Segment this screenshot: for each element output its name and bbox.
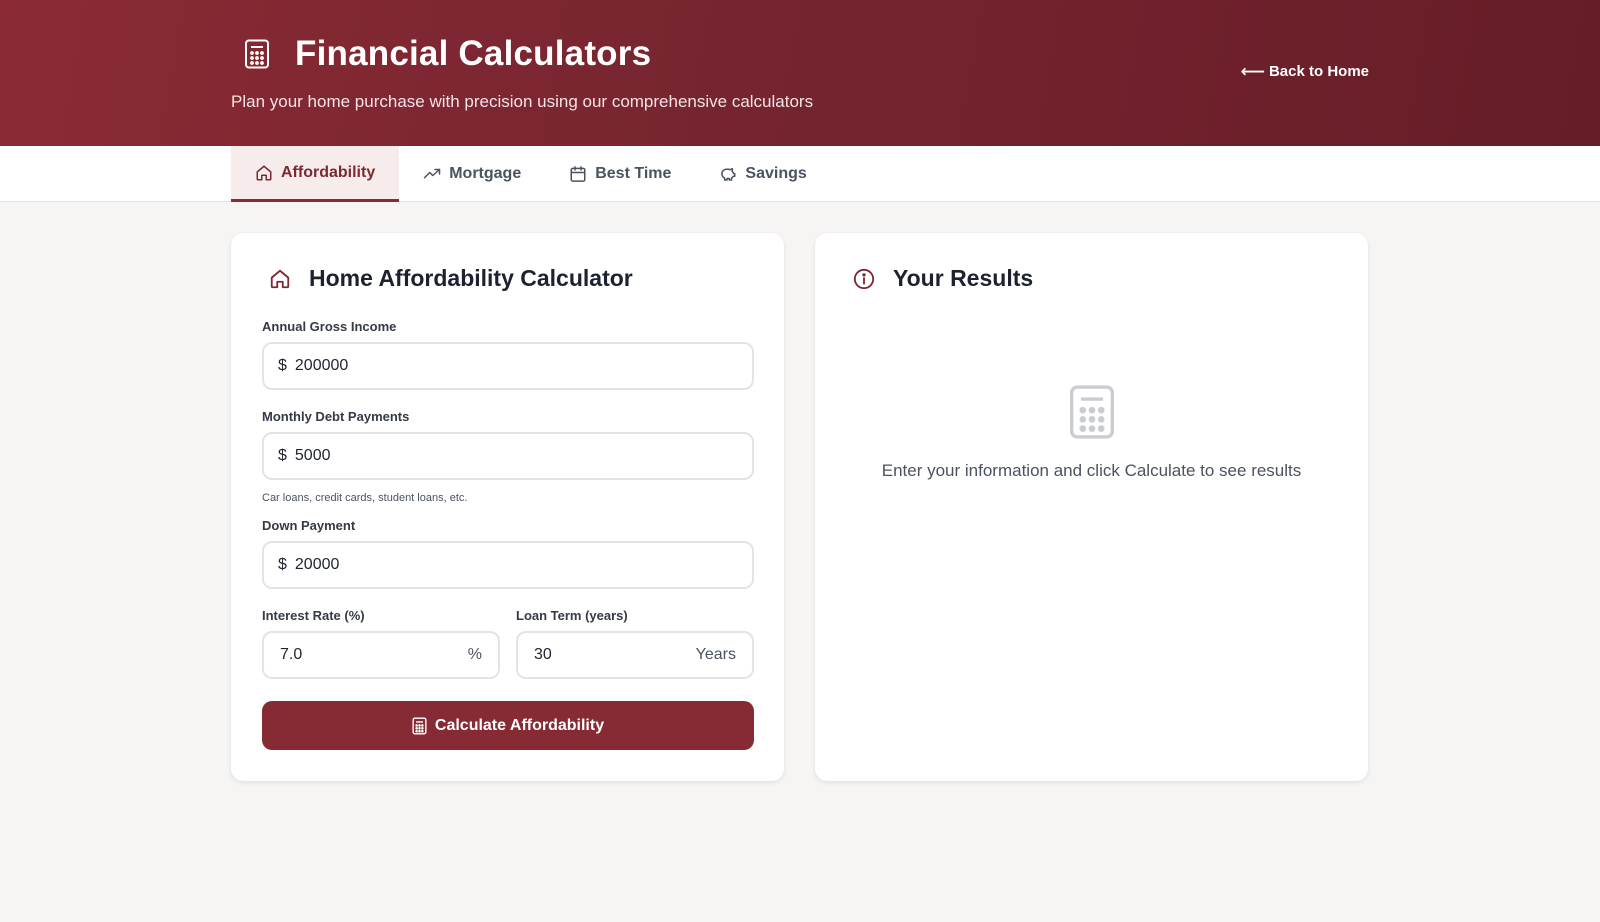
back-to-home-link[interactable]: ⟵ Back to Home bbox=[1241, 63, 1369, 80]
calculator-tabs: Affordability Mortgage Best Time Savings bbox=[231, 146, 831, 202]
interest-rate-label: Interest Rate (%) bbox=[262, 608, 365, 623]
page-title: Financial Calculators bbox=[295, 34, 652, 73]
info-icon bbox=[851, 266, 877, 292]
annual-income-input[interactable]: $ 200000 bbox=[262, 342, 754, 390]
results-card-header: Your Results bbox=[851, 265, 1033, 292]
tab-affordability-label: Affordability bbox=[281, 163, 376, 181]
trending-up-icon bbox=[423, 168, 441, 179]
calculator-card-header: Home Affordability Calculator bbox=[267, 265, 633, 292]
percent-suffix: % bbox=[467, 646, 482, 663]
interest-rate-value: 7.0 bbox=[280, 646, 303, 663]
down-payment-input[interactable]: $ 20000 bbox=[262, 541, 754, 589]
tabs-bar: Affordability Mortgage Best Time Savings bbox=[0, 146, 1600, 202]
home-icon bbox=[267, 266, 293, 292]
dollar-prefix: $ bbox=[278, 357, 287, 374]
page-subtitle: Plan your home purchase with precision u… bbox=[231, 92, 814, 111]
home-icon bbox=[256, 165, 272, 180]
tab-savings[interactable]: Savings bbox=[695, 146, 830, 202]
affordability-calculator-card: Home Affordability Calculator Annual Gro… bbox=[231, 233, 784, 781]
loan-term-label: Loan Term (years) bbox=[516, 608, 628, 623]
tab-savings-label: Savings bbox=[745, 165, 807, 182]
results-title: Your Results bbox=[893, 265, 1034, 291]
loan-term-value: 30 bbox=[534, 646, 552, 663]
down-payment-label: Down Payment bbox=[262, 518, 356, 533]
tab-mortgage-label: Mortgage bbox=[449, 165, 522, 182]
loan-term-input[interactable]: 30 Years bbox=[516, 631, 754, 679]
page-header: Financial Calculators Plan your home pur… bbox=[0, 0, 1600, 146]
down-payment-value: 20000 bbox=[294, 556, 340, 573]
calculator-icon bbox=[412, 717, 427, 734]
dollar-prefix: $ bbox=[278, 447, 287, 464]
arrow-left-icon: ⟵ bbox=[1240, 62, 1265, 81]
results-empty-message: Enter your information and click Calcula… bbox=[881, 461, 1302, 480]
debt-hint: Car loans, credit cards, student loans, … bbox=[262, 492, 468, 504]
annual-income-value: 200000 bbox=[294, 357, 349, 374]
years-suffix: Years bbox=[695, 646, 736, 663]
calendar-icon bbox=[570, 166, 586, 182]
header-title-row: Financial Calculators bbox=[239, 34, 651, 74]
income-label: Annual Gross Income bbox=[262, 319, 397, 334]
results-card: Your Results Enter your information and … bbox=[815, 233, 1368, 781]
tab-best-time[interactable]: Best Time bbox=[545, 146, 695, 202]
monthly-debt-input[interactable]: $ 5000 bbox=[262, 432, 754, 480]
calculate-affordability-button[interactable]: Calculate Affordability bbox=[262, 701, 754, 750]
interest-rate-input[interactable]: 7.0 % bbox=[262, 631, 500, 679]
calculate-button-label: Calculate Affordability bbox=[434, 716, 605, 734]
calculator-icon bbox=[1068, 383, 1116, 446]
calculator-title: Home Affordability Calculator bbox=[309, 265, 633, 291]
debt-label: Monthly Debt Payments bbox=[262, 409, 410, 424]
back-to-home-label: Back to Home bbox=[1268, 63, 1369, 80]
tab-mortgage[interactable]: Mortgage bbox=[399, 146, 545, 202]
tab-best-time-label: Best Time bbox=[595, 165, 672, 182]
calculator-icon bbox=[239, 36, 275, 72]
dollar-prefix: $ bbox=[278, 556, 287, 573]
monthly-debt-value: 5000 bbox=[294, 447, 331, 464]
tab-affordability[interactable]: Affordability bbox=[231, 146, 400, 202]
piggy-bank-icon bbox=[721, 168, 736, 181]
